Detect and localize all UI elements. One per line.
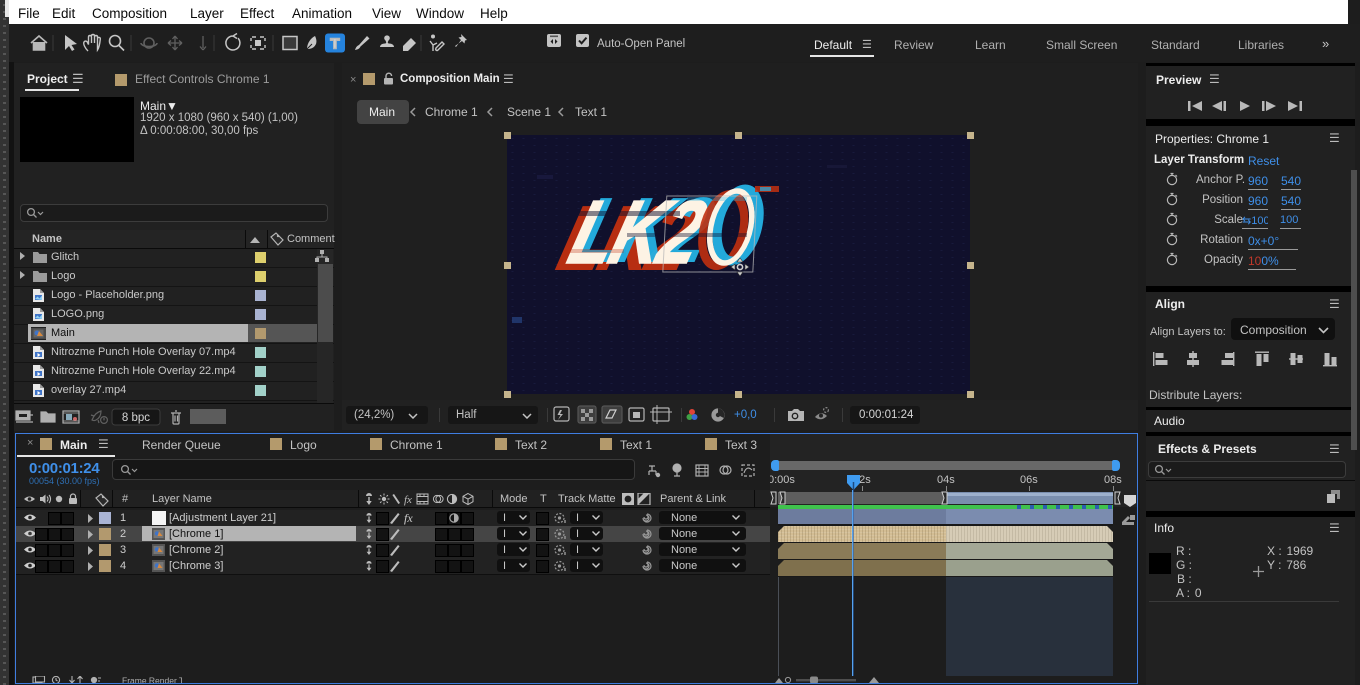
svg-text:Frame Render Time: 28ms: Frame Render Time: 28ms bbox=[122, 676, 182, 684]
svg-text:fx: fx bbox=[404, 494, 412, 506]
svg-text:T: T bbox=[330, 36, 339, 53]
svg-text:8 bpc: 8 bpc bbox=[122, 412, 150, 424]
